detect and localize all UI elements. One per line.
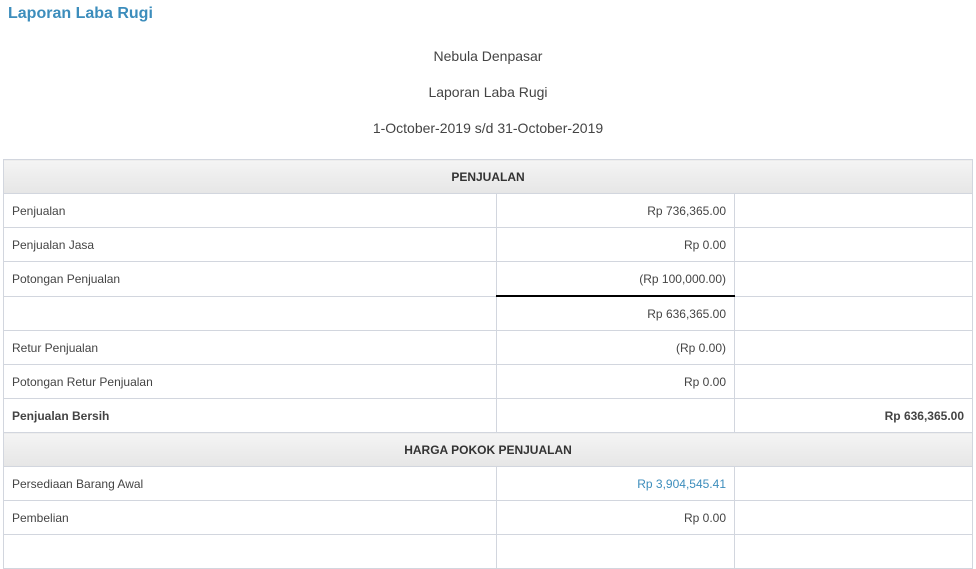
- report-title: Laporan Laba Rugi: [428, 84, 548, 100]
- row-amount: [496, 398, 735, 433]
- row-total: [733, 534, 974, 569]
- section-header-penjualan: PENJUALAN: [2, 159, 974, 194]
- table-row: Retur Penjualan (Rp 0.00): [3, 330, 974, 365]
- row-amount: (Rp 100,000.00): [496, 261, 735, 297]
- page-title: Laporan Laba Rugi: [8, 5, 153, 22]
- row-label: Potongan Penjualan: [3, 261, 497, 297]
- row-amount: Rp 736,365.00: [496, 193, 735, 228]
- row-total: [733, 500, 974, 535]
- section-title: HARGA POKOK PENJUALAN: [2, 432, 974, 467]
- row-total: [733, 330, 974, 365]
- row-total: [733, 364, 974, 399]
- table-row: Potongan Penjualan (Rp 100,000.00): [3, 261, 974, 297]
- row-label: [3, 295, 497, 331]
- row-amount: (Rp 0.00): [496, 330, 735, 365]
- row-label: Pembelian: [3, 500, 497, 535]
- row-total: Rp 636,365.00: [733, 398, 974, 433]
- section-title: PENJUALAN: [2, 159, 974, 194]
- row-amount: Rp 636,365.00: [496, 295, 735, 331]
- table-row: Potongan Retur Penjualan Rp 0.00: [3, 364, 974, 399]
- row-label: [3, 534, 497, 569]
- row-total: [733, 466, 974, 501]
- section-header-hpp: HARGA POKOK PENJUALAN: [2, 432, 974, 467]
- table-row: Rp 636,365.00: [3, 295, 974, 331]
- row-total: [733, 193, 974, 228]
- row-label: Potongan Retur Penjualan: [3, 364, 497, 399]
- report-period: 1-October-2019 s/d 31-October-2019: [372, 120, 604, 136]
- company-name: Nebula Denpasar: [433, 48, 543, 64]
- table-row: Penjualan Jasa Rp 0.00: [3, 227, 974, 262]
- table-row: [3, 534, 974, 569]
- row-label: Penjualan: [3, 193, 497, 228]
- table-row: Penjualan Rp 736,365.00: [3, 193, 974, 228]
- row-label: Penjualan Jasa: [3, 227, 497, 262]
- row-amount: [496, 534, 735, 569]
- row-amount-link[interactable]: Rp 3,904,545.41: [496, 466, 735, 501]
- row-amount: Rp 0.00: [496, 500, 735, 535]
- table-row: Pembelian Rp 0.00: [3, 500, 974, 535]
- row-label: Persediaan Barang Awal: [3, 466, 497, 501]
- profit-loss-table: PENJUALAN Penjualan Rp 736,365.00 Penjua…: [2, 159, 974, 569]
- row-label: Penjualan Bersih: [3, 398, 497, 433]
- row-amount: Rp 0.00: [496, 227, 735, 262]
- row-amount: Rp 0.00: [496, 364, 735, 399]
- table-row: Persediaan Barang Awal Rp 3,904,545.41: [3, 466, 974, 501]
- table-row-net-sales: Penjualan Bersih Rp 636,365.00: [3, 398, 974, 433]
- row-total: [733, 227, 974, 262]
- row-total: [733, 295, 974, 331]
- row-total: [733, 261, 974, 297]
- row-label: Retur Penjualan: [3, 330, 497, 365]
